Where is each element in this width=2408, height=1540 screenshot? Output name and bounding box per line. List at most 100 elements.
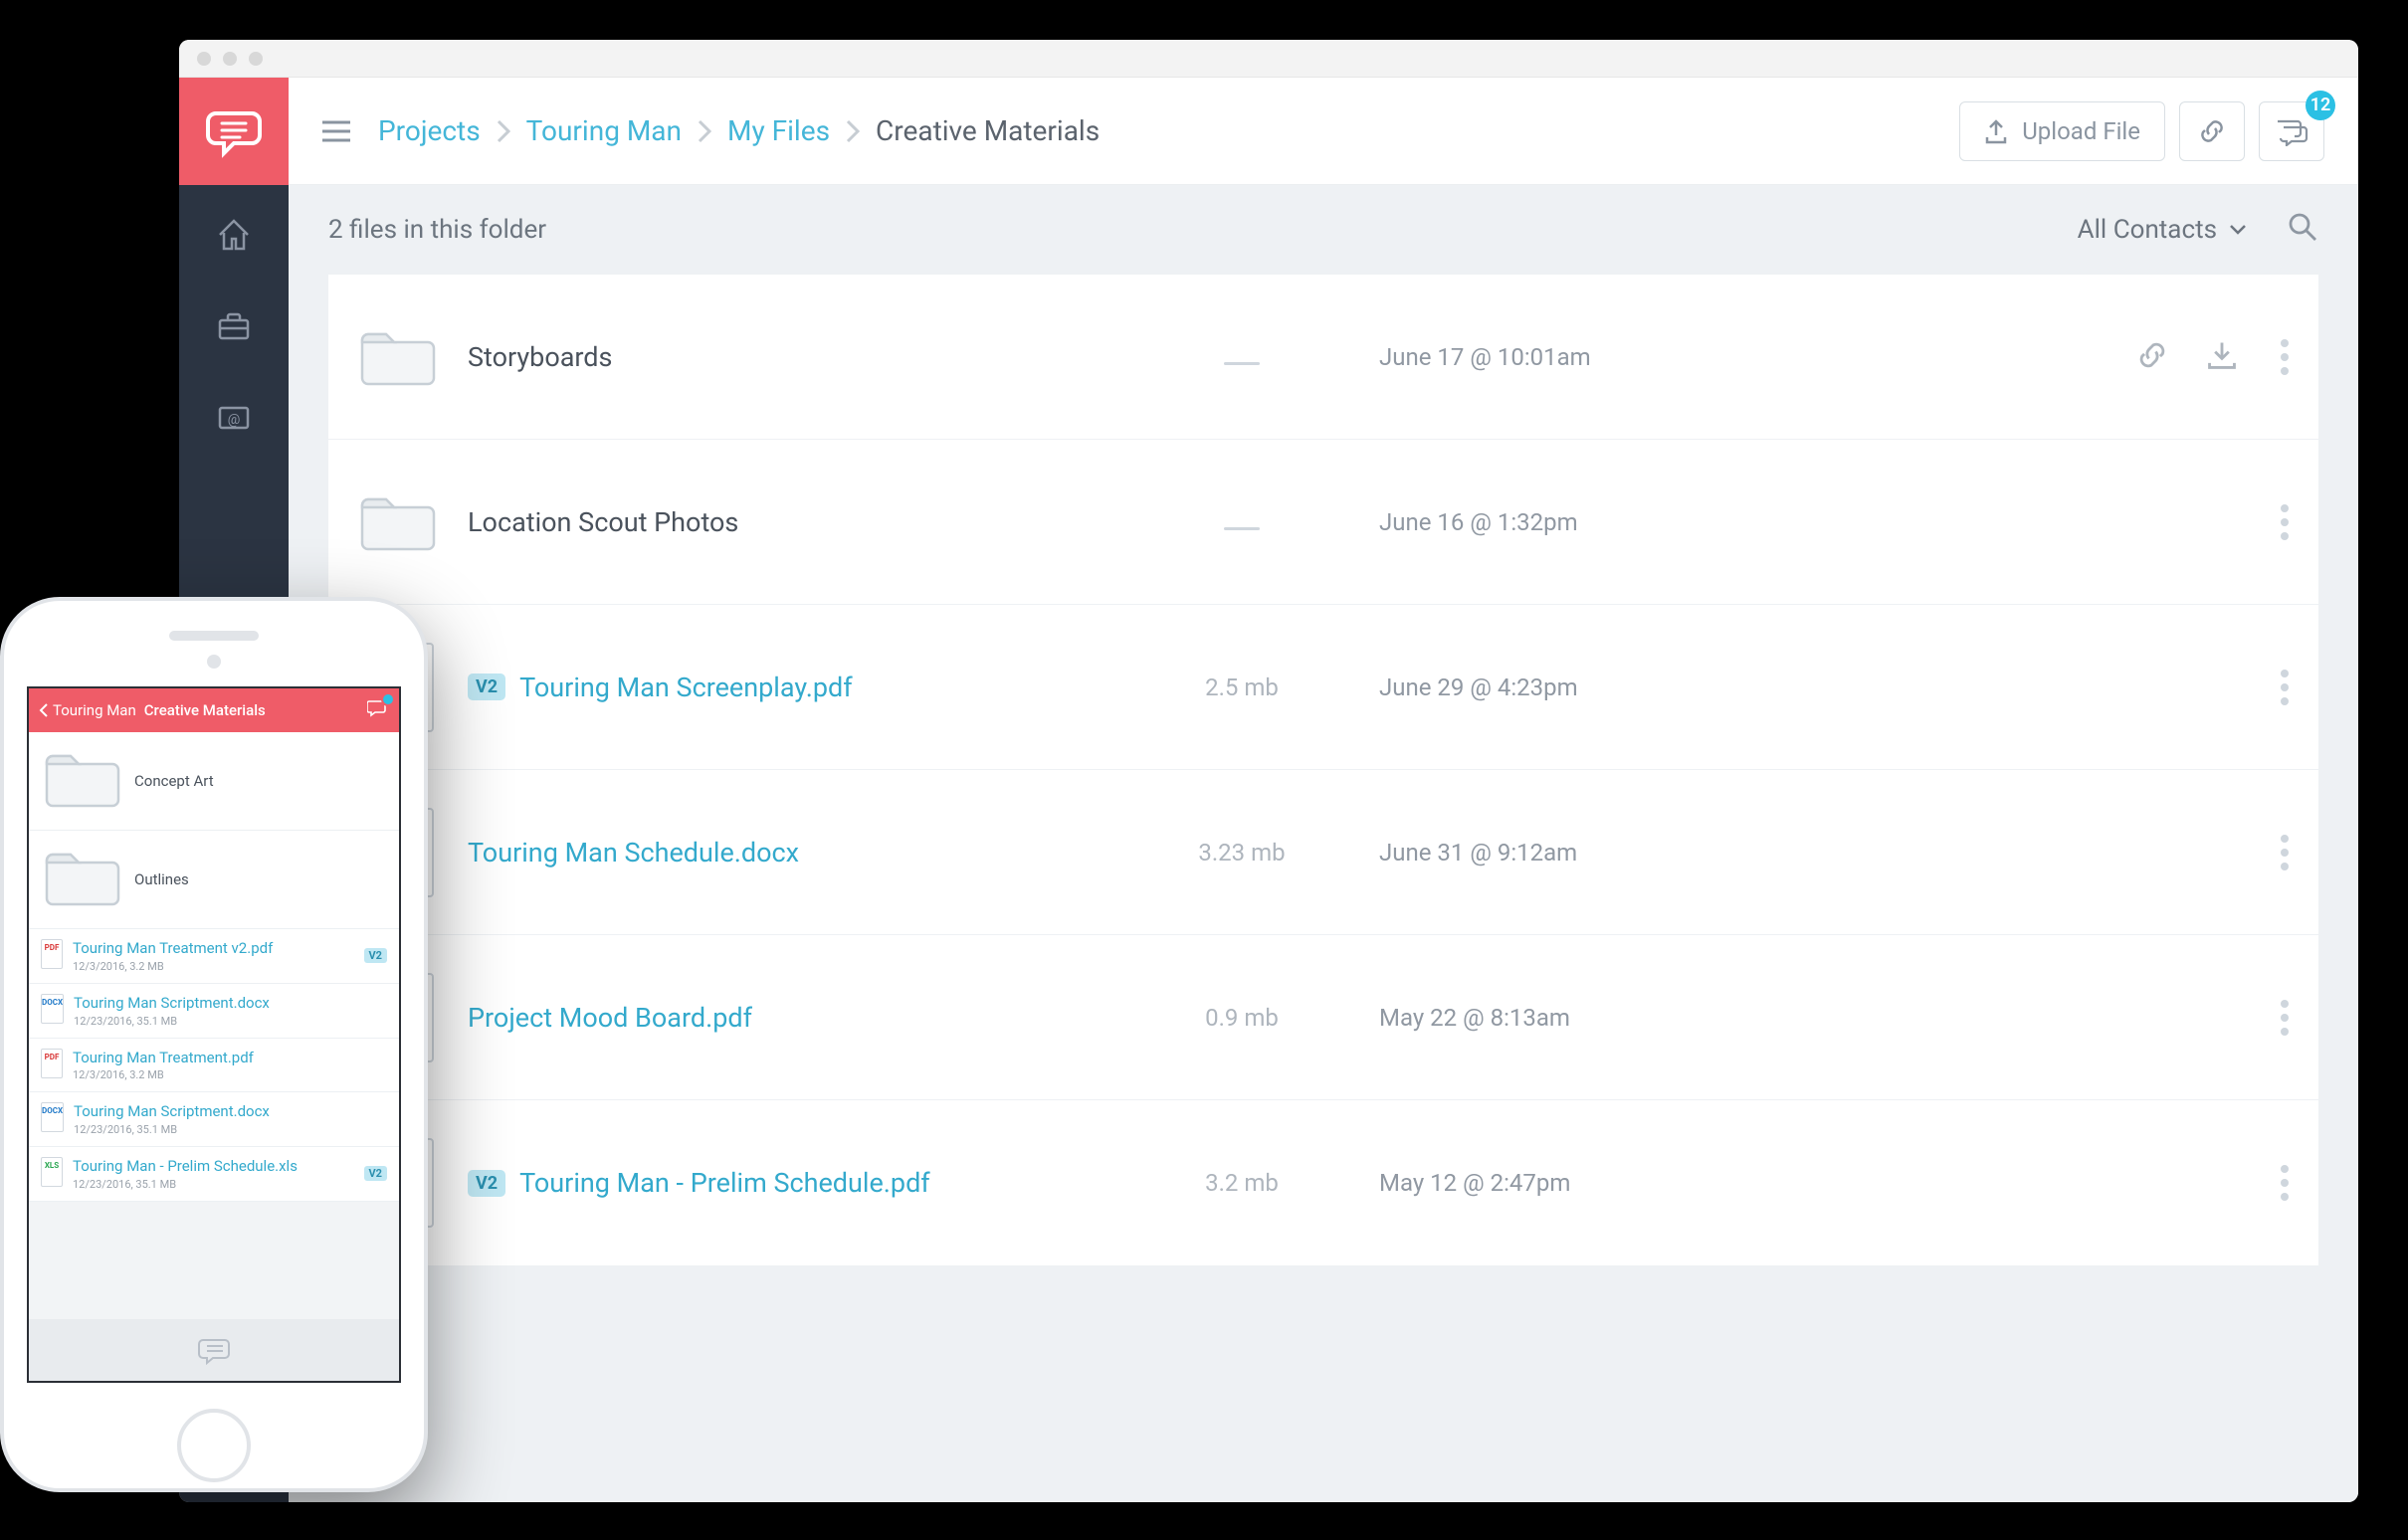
sidebar-item-contacts[interactable]: @ <box>212 396 256 440</box>
phone-file-link[interactable]: Touring Man - Prelim Schedule.xls <box>73 1157 364 1176</box>
upload-button[interactable]: Upload File <box>1959 101 2165 161</box>
upload-icon <box>1984 117 2008 145</box>
version-badge: V2 <box>468 1170 505 1197</box>
download-icon <box>2205 338 2239 372</box>
phone-row[interactable]: Outlines <box>29 831 399 929</box>
phone-file-link[interactable]: Touring Man Treatment.pdf <box>73 1049 387 1067</box>
search-button[interactable] <box>2287 211 2318 250</box>
file-link[interactable]: Project Mood Board.pdf <box>468 1002 752 1034</box>
file-actions <box>1765 333 2295 381</box>
list-toolbar: 2 files in this folder All Contacts <box>289 185 2358 275</box>
more-menu-button[interactable] <box>2275 994 2295 1042</box>
chat-bubble-icon[interactable] <box>197 1335 231 1365</box>
phone-row[interactable]: Concept Art <box>29 732 399 831</box>
row-download-button[interactable] <box>2205 338 2239 376</box>
file-date: May 22 @ 8:13am <box>1379 1004 1737 1032</box>
hamburger-icon[interactable] <box>322 120 350 142</box>
brand-logo[interactable] <box>179 78 289 185</box>
phone-row[interactable]: DOCX Touring Man Scriptment.docx 12/23/2… <box>29 1092 399 1147</box>
file-size: 0.9 mb <box>1132 1004 1351 1032</box>
window-zoom-icon[interactable] <box>249 52 263 66</box>
file-size <box>1132 508 1351 536</box>
file-actions <box>1765 664 2295 711</box>
phone-camera <box>207 655 221 669</box>
link-icon <box>2197 116 2227 146</box>
file-date: May 12 @ 2:47pm <box>1379 1169 1737 1197</box>
more-menu-button[interactable] <box>2275 1159 2295 1207</box>
phone-file-icon: DOCX <box>41 1102 64 1132</box>
sidebar-item-home[interactable] <box>212 213 256 257</box>
file-row[interactable]: Location Scout PhotosJune 16 @ 1:32pm <box>328 440 2318 605</box>
more-menu-button[interactable] <box>2275 664 2295 711</box>
phone-file-link[interactable]: Touring Man Scriptment.docx <box>74 994 387 1013</box>
file-name-cell: V2Touring Man Screenplay.pdf <box>468 672 1104 703</box>
phone-file-meta: 12/3/2016, 3.2 MB <box>73 1068 387 1081</box>
breadcrumb-link[interactable]: Projects <box>378 114 481 147</box>
phone-row[interactable]: PDF Touring Man Treatment v2.pdf 12/3/20… <box>29 929 399 984</box>
chevron-right-icon <box>698 119 711 143</box>
phone-row[interactable]: XLS Touring Man - Prelim Schedule.xls 12… <box>29 1147 399 1202</box>
phone-footer <box>29 1319 399 1381</box>
more-menu-button[interactable] <box>2275 829 2295 876</box>
phone-screen: Touring Man Creative Materials Concept A… <box>27 686 401 1383</box>
file-row[interactable]: Storyboards June 17 @ 10:01am <box>328 275 2318 440</box>
file-link[interactable]: Touring Man Schedule.docx <box>468 837 799 868</box>
window-close-icon[interactable] <box>197 52 211 66</box>
phone-file-meta: 12/23/2016, 35.1 MB <box>74 1015 387 1028</box>
file-row[interactable]: XLS V2Touring Man - Prelim Schedule.pdf3… <box>328 1100 2318 1265</box>
more-menu-button[interactable] <box>2275 333 2295 381</box>
file-actions <box>1765 498 2295 546</box>
file-size: 3.23 mb <box>1132 839 1351 866</box>
file-date: June 17 @ 10:01am <box>1379 343 1737 371</box>
phone-row[interactable]: PDF Touring Man Treatment.pdf 12/3/2016,… <box>29 1039 399 1093</box>
breadcrumb-link[interactable]: Touring Man <box>526 114 682 147</box>
folder-icon <box>356 322 440 392</box>
phone-folder-icon <box>41 843 124 916</box>
file-name-cell: Touring Man Schedule.docx <box>468 837 1104 868</box>
phone-back-button[interactable]: Touring Man <box>39 701 136 719</box>
file-icon-cell <box>356 478 440 567</box>
folder-name: Storyboards <box>468 341 612 373</box>
phone-file-list: Concept Art Outlines PDF Touring Man Tre… <box>29 732 399 1319</box>
file-actions <box>1765 1159 2295 1207</box>
phone-home-button[interactable] <box>177 1409 251 1482</box>
chat-button[interactable]: 12 <box>2259 101 2324 161</box>
folder-summary: 2 files in this folder <box>328 215 546 245</box>
briefcase-icon <box>214 306 254 346</box>
breadcrumb-link[interactable]: My Files <box>727 114 830 147</box>
filter-dropdown[interactable]: All Contacts <box>2078 215 2247 245</box>
filter-label: All Contacts <box>2078 215 2217 245</box>
link-button[interactable] <box>2179 101 2245 161</box>
more-menu-button[interactable] <box>2275 498 2295 546</box>
row-link-button[interactable] <box>2135 338 2169 376</box>
file-row[interactable]: DOCX Touring Man Schedule.docx3.23 mbJun… <box>328 770 2318 935</box>
phone-file-link[interactable]: Touring Man Scriptment.docx <box>74 1102 387 1121</box>
chat-bubble-logo-icon <box>206 103 262 159</box>
file-actions <box>1765 994 2295 1042</box>
chevron-down-icon <box>2229 224 2247 236</box>
phone-file-icon: PDF <box>41 939 63 969</box>
phone-title: Creative Materials <box>144 701 266 719</box>
folder-icon <box>41 744 124 814</box>
window-minimize-icon[interactable] <box>223 52 237 66</box>
upload-button-label: Upload File <box>2022 117 2140 145</box>
phone-row[interactable]: DOCX Touring Man Scriptment.docx 12/23/2… <box>29 984 399 1039</box>
phone-back-label: Touring Man <box>53 701 136 719</box>
file-row[interactable]: PDF Project Mood Board.pdf0.9 mbMay 22 @… <box>328 935 2318 1100</box>
window-titlebar <box>179 40 2358 78</box>
phone-folder-name: Concept Art <box>134 772 214 790</box>
phone-chat-button[interactable] <box>367 698 389 722</box>
file-row[interactable]: PDF V2Touring Man Screenplay.pdf2.5 mbJu… <box>328 605 2318 770</box>
folder-name: Location Scout Photos <box>468 506 738 538</box>
file-link[interactable]: Touring Man Screenplay.pdf <box>519 672 853 703</box>
sidebar-item-briefcase[interactable] <box>212 304 256 348</box>
link-icon <box>2135 338 2169 372</box>
search-icon <box>2287 211 2318 243</box>
folder-icon <box>356 487 440 557</box>
phone-file-meta: 12/3/2016, 3.2 MB <box>73 960 364 973</box>
phone-file-link[interactable]: Touring Man Treatment v2.pdf <box>73 939 364 958</box>
chevron-right-icon <box>846 119 860 143</box>
file-link[interactable]: Touring Man - Prelim Schedule.pdf <box>519 1167 930 1199</box>
file-list: Storyboards June 17 @ 10:01am Location Sc… <box>289 275 2358 1502</box>
file-icon-cell <box>356 312 440 402</box>
